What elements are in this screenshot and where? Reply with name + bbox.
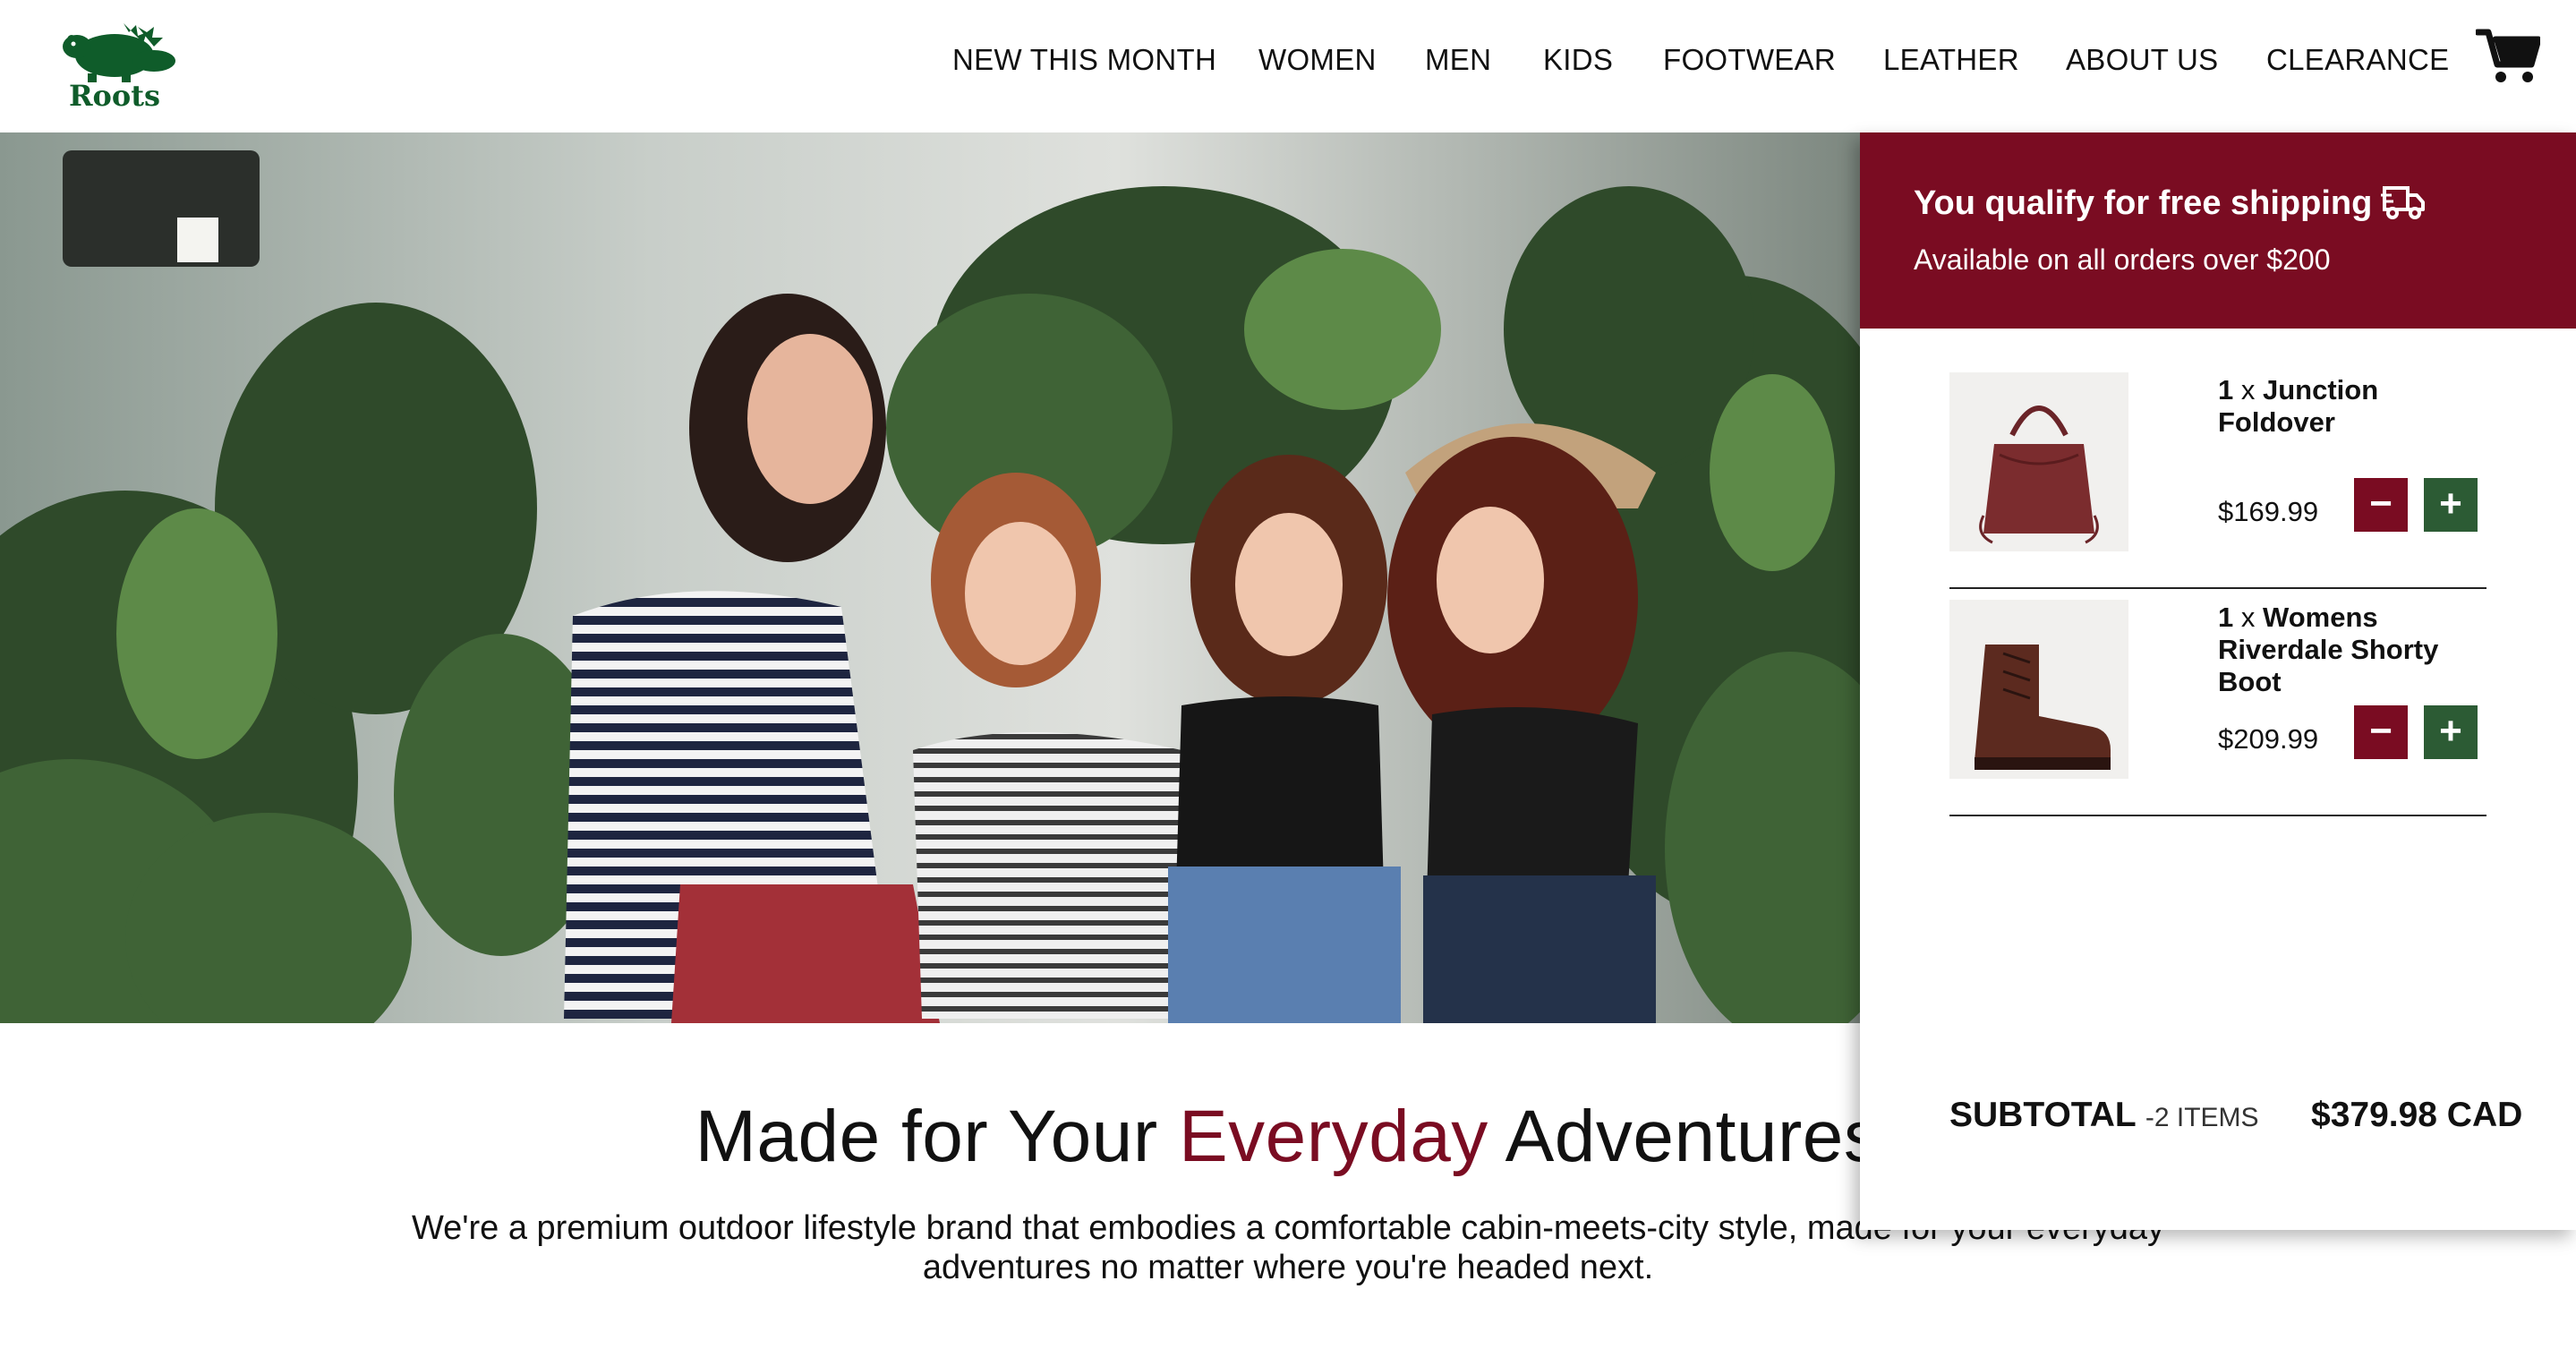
subtotal-value: $379.98 CAD	[2311, 1096, 2523, 1134]
cart-item-price: $209.99	[2218, 723, 2319, 755]
nav-item-kids[interactable]: KIDS	[1543, 43, 1613, 77]
cart-item-name[interactable]: 1 x Womens Riverdale Shorty Boot	[2218, 602, 2486, 698]
hero-image	[0, 132, 1862, 1023]
nav-item-women[interactable]: WOMEN	[1258, 43, 1377, 77]
increase-quantity-button[interactable]: +	[2424, 478, 2478, 532]
site-header: Roots NEW THIS MONTH WOMEN MEN KIDS FOOT…	[0, 0, 2576, 132]
nav-item-leather[interactable]: LEATHER	[1883, 43, 2019, 77]
shipping-subtitle: Available on all orders over $200	[1914, 243, 2331, 276]
decrease-quantity-button[interactable]: −	[2354, 705, 2408, 759]
nav-item-clearance[interactable]: CLEARANCE	[2266, 43, 2449, 77]
shopping-cart-icon[interactable]	[2474, 27, 2542, 86]
headline-part-2: Adventures	[1488, 1096, 1881, 1177]
decrease-quantity-button[interactable]: −	[2354, 478, 2408, 532]
headline-part-1: Made for Your	[695, 1096, 1179, 1177]
subtotal-label: SUBTOTAL -2 ITEMS	[1949, 1096, 2259, 1134]
roots-logo[interactable]: Roots	[52, 20, 177, 113]
product-thumbnail-boot[interactable]	[1949, 600, 2128, 779]
nav-item-about-us[interactable]: ABOUT US	[2066, 43, 2219, 77]
cart-item-qty: 1 x	[2218, 602, 2256, 633]
cart-item-qty: 1 x	[2218, 374, 2256, 406]
truck-icon	[2381, 186, 2425, 219]
beaver-logo-icon	[63, 23, 175, 82]
logo-wordmark: Roots	[68, 79, 161, 113]
cart-item: 1 x Junction Foldover $169.99 − +	[1949, 351, 2486, 589]
product-thumbnail-bag[interactable]	[1949, 372, 2128, 551]
headline-accent-word: Everyday	[1178, 1096, 1488, 1177]
nav-item-new-this-month[interactable]: NEW THIS MONTH	[952, 43, 1216, 77]
shipping-title: You qualify for free shipping	[1914, 184, 2373, 222]
free-shipping-banner: You qualify for free shipping Available …	[1860, 132, 2576, 329]
nav-item-footwear[interactable]: FOOTWEAR	[1663, 43, 1836, 77]
cart-item-price: $169.99	[2218, 496, 2319, 527]
subtotal-item-count: -2 ITEMS	[2145, 1103, 2259, 1132]
nav-item-men[interactable]: MEN	[1425, 43, 1491, 77]
cart-item-name[interactable]: 1 x Junction Foldover	[2218, 374, 2486, 439]
increase-quantity-button[interactable]: +	[2424, 705, 2478, 759]
cart-item: 1 x Womens Riverdale Shorty Boot $209.99…	[1949, 578, 2486, 816]
cart-panel: You qualify for free shipping Available …	[1860, 132, 2576, 1230]
